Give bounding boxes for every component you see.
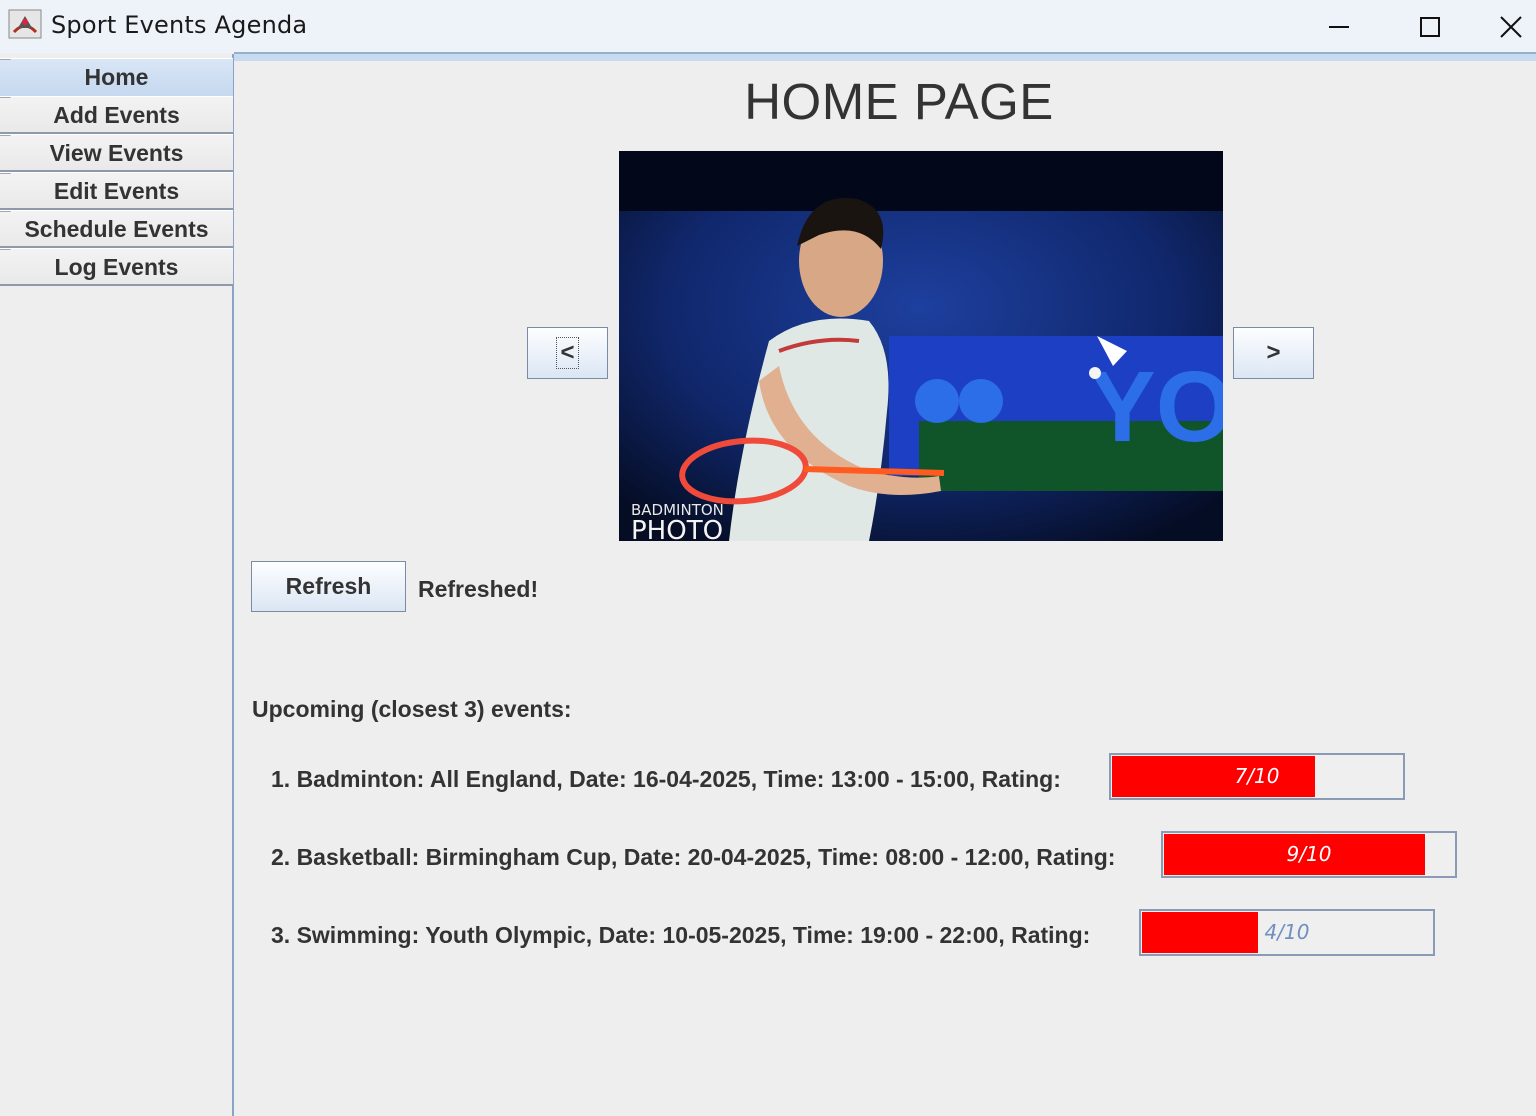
tab-label: Home — [84, 64, 149, 90]
page-title: HOME PAGE — [744, 73, 1054, 130]
next-button-label: > — [1266, 339, 1281, 366]
tab-add-events[interactable]: Add Events — [0, 96, 233, 134]
tab-edit-events[interactable]: Edit Events — [0, 172, 233, 210]
event-item-1: 1. Badminton: All England, Date: 16-04-2… — [271, 766, 1061, 792]
prev-button-label: < — [556, 337, 579, 369]
title-bar: Sport Events Agenda — [0, 0, 1536, 53]
close-button[interactable] — [1486, 0, 1536, 53]
java-app-icon — [8, 9, 42, 39]
photo-caption-bottom: PHOTO — [631, 516, 723, 541]
upcoming-events-heading: Upcoming (closest 3) events: — [252, 696, 572, 722]
maximize-icon — [1420, 16, 1440, 37]
content-top-band — [234, 54, 1536, 61]
tab-home[interactable]: Home — [0, 58, 233, 96]
rating-label: 7/10 — [1234, 764, 1280, 788]
tab-label: Schedule Events — [24, 216, 209, 242]
previous-image-button[interactable]: < — [527, 327, 608, 379]
event-item-3: 3. Swimming: Youth Olympic, Date: 10-05-… — [271, 922, 1091, 948]
tab-schedule-events[interactable]: Schedule Events — [0, 210, 233, 248]
tab-view-events[interactable]: View Events — [0, 134, 233, 172]
event-photo: YO BADMINTON PHOTO — [619, 151, 1223, 541]
window-title: Sport Events Agenda — [51, 11, 308, 39]
tab-label: View Events — [49, 140, 184, 166]
minimize-icon — [1329, 25, 1349, 28]
refresh-button[interactable]: Refresh — [251, 561, 406, 612]
photo-sign-text: YO — [1089, 351, 1223, 463]
badminton-player-illustration: YO BADMINTON PHOTO — [619, 151, 1223, 541]
refresh-status: Refreshed! — [418, 576, 539, 602]
rating-progress-bar: 9/10 — [1161, 831, 1457, 878]
tab-label: Add Events — [53, 102, 180, 128]
rating-progress-bar: 4/10 — [1139, 909, 1435, 956]
close-icon — [1500, 15, 1522, 38]
next-image-button[interactable]: > — [1233, 327, 1314, 379]
rating-label: 9/10 — [1286, 842, 1332, 866]
tab-log-events[interactable]: Log Events — [0, 248, 233, 286]
rating-progress-bar: 7/10 — [1109, 753, 1405, 800]
refresh-button-label: Refresh — [285, 573, 372, 599]
tab-label: Log Events — [54, 254, 179, 280]
minimize-button[interactable] — [1304, 0, 1374, 53]
tab-label: Edit Events — [53, 178, 180, 204]
event-item-2: 2. Basketball: Birmingham Cup, Date: 20-… — [271, 844, 1116, 870]
rating-label: 4/10 — [1264, 920, 1310, 944]
maximize-button[interactable] — [1395, 0, 1465, 53]
